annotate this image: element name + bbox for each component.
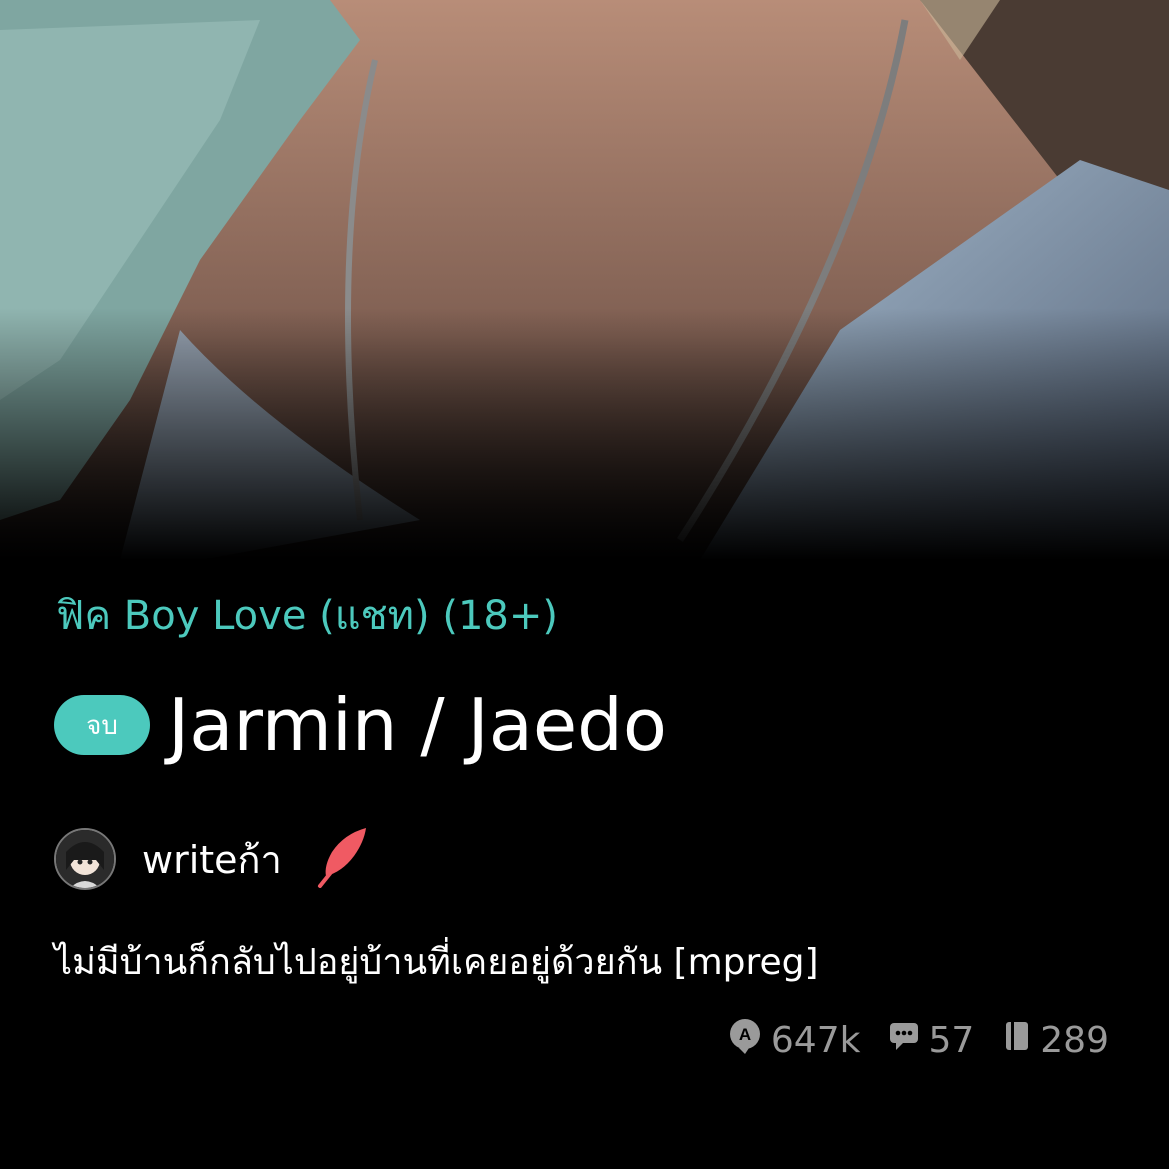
views-stat: A 647k	[727, 1018, 861, 1063]
story-stats: A 647k 57 289	[699, 1018, 1109, 1063]
category-link[interactable]: ฟิค Boy Love (แชท) (18+)	[56, 590, 558, 642]
comments-stat: 57	[888, 1020, 974, 1061]
book-icon	[1002, 1020, 1040, 1061]
chapters-count: 289	[1040, 1020, 1109, 1061]
author-row[interactable]: writeก้า	[54, 826, 370, 892]
story-title: Jarmin / Jaedo	[168, 683, 667, 767]
story-info: ฟิค Boy Love (แชท) (18+) จบ Jarmin / Jae…	[0, 560, 1169, 1169]
comment-icon	[888, 1020, 928, 1061]
views-count: 647k	[770, 1020, 861, 1061]
title-row: จบ Jarmin / Jaedo	[54, 680, 667, 770]
story-description: ไม่มีบ้านก็กลับไปอยู่บ้านที่เคยอยู่ด้วยก…	[54, 942, 819, 983]
author-name[interactable]: writeก้า	[142, 829, 282, 890]
comments-count: 57	[928, 1020, 975, 1061]
feather-icon	[314, 826, 370, 892]
cover-image	[0, 0, 1169, 560]
views-icon: A	[727, 1018, 771, 1063]
svg-text:A: A	[739, 1025, 751, 1044]
avatar-icon[interactable]	[54, 828, 116, 890]
chapters-stat: 289	[1002, 1020, 1109, 1061]
status-badge: จบ	[54, 695, 150, 755]
